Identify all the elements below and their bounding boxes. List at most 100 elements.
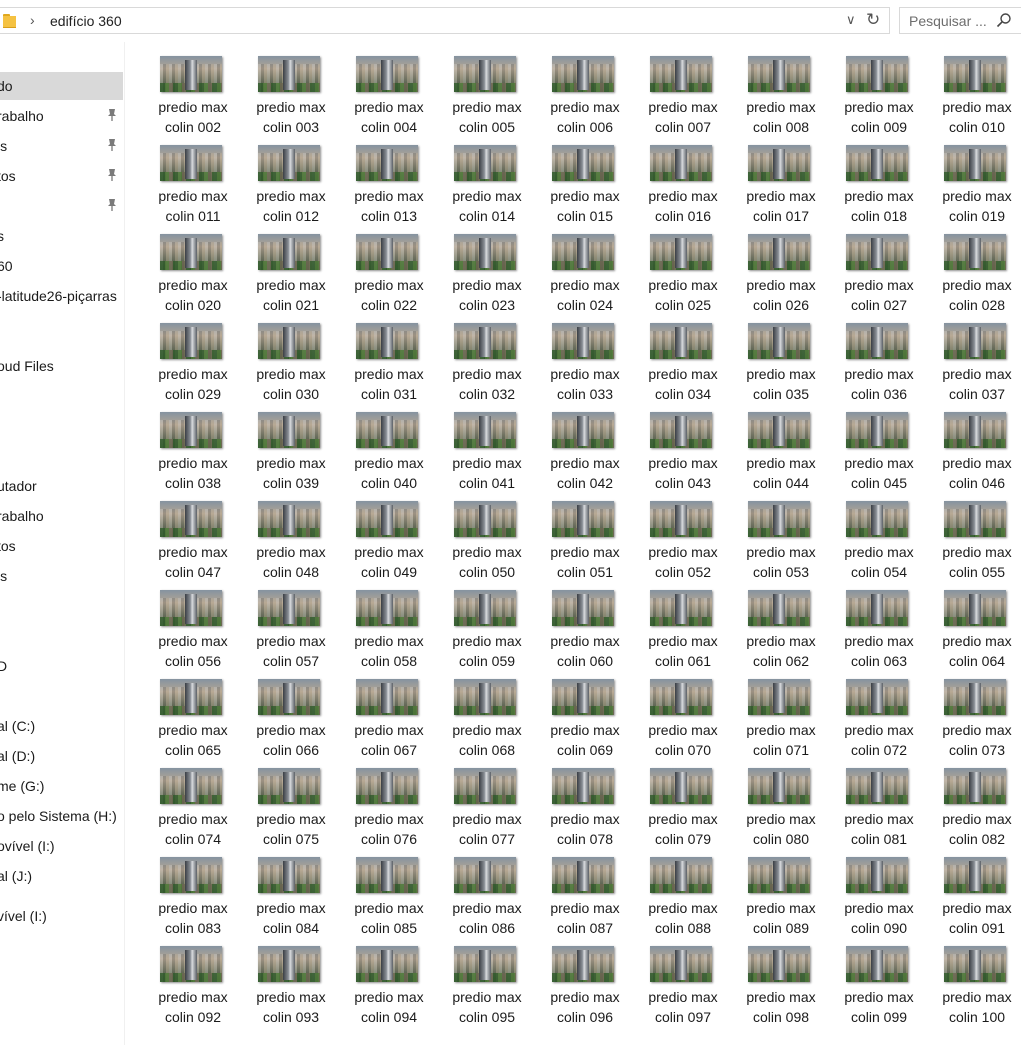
image-thumbnail[interactable] xyxy=(160,412,222,448)
nav-item[interactable]: utador xyxy=(0,472,123,500)
image-thumbnail[interactable] xyxy=(258,412,320,448)
file-item[interactable]: predio max colin 072 xyxy=(830,675,928,764)
image-thumbnail[interactable] xyxy=(258,946,320,982)
file-item[interactable]: predio max colin 029 xyxy=(144,319,242,408)
file-item[interactable]: predio max colin 068 xyxy=(438,675,536,764)
file-item[interactable]: predio max colin 066 xyxy=(242,675,340,764)
image-thumbnail[interactable] xyxy=(356,679,418,715)
file-item[interactable]: predio max colin 024 xyxy=(536,230,634,319)
file-item[interactable]: predio max colin 092 xyxy=(144,942,242,1031)
image-thumbnail[interactable] xyxy=(552,857,614,893)
image-thumbnail[interactable] xyxy=(748,590,810,626)
file-item[interactable]: predio max colin 087 xyxy=(536,853,634,942)
file-item[interactable]: predio max colin 051 xyxy=(536,497,634,586)
image-thumbnail[interactable] xyxy=(454,145,516,181)
file-item[interactable]: predio max colin 010 xyxy=(928,52,1021,141)
pin-icon[interactable] xyxy=(106,138,118,152)
nav-item[interactable]: al (C:) xyxy=(0,712,123,740)
image-thumbnail[interactable] xyxy=(258,679,320,715)
image-thumbnail[interactable] xyxy=(552,145,614,181)
file-item[interactable]: predio max colin 023 xyxy=(438,230,536,319)
image-thumbnail[interactable] xyxy=(454,857,516,893)
file-item[interactable]: predio max colin 014 xyxy=(438,141,536,230)
file-item[interactable]: predio max colin 004 xyxy=(340,52,438,141)
file-item[interactable]: predio max colin 042 xyxy=(536,408,634,497)
image-thumbnail[interactable] xyxy=(160,501,222,537)
file-item[interactable]: predio max colin 030 xyxy=(242,319,340,408)
file-item[interactable]: predio max colin 002 xyxy=(144,52,242,141)
image-thumbnail[interactable] xyxy=(846,412,908,448)
nav-item[interactable] xyxy=(0,192,123,220)
image-thumbnail[interactable] xyxy=(454,768,516,804)
image-thumbnail[interactable] xyxy=(258,501,320,537)
image-thumbnail[interactable] xyxy=(552,234,614,270)
file-item[interactable]: predio max colin 090 xyxy=(830,853,928,942)
file-item[interactable]: predio max colin 045 xyxy=(830,408,928,497)
file-item[interactable]: predio max colin 040 xyxy=(340,408,438,497)
file-item[interactable]: predio max colin 056 xyxy=(144,586,242,675)
file-item[interactable]: predio max colin 078 xyxy=(536,764,634,853)
file-item[interactable]: predio max colin 005 xyxy=(438,52,536,141)
image-thumbnail[interactable] xyxy=(748,145,810,181)
file-item[interactable]: predio max colin 049 xyxy=(340,497,438,586)
image-thumbnail[interactable] xyxy=(356,323,418,359)
file-item[interactable]: predio max colin 088 xyxy=(634,853,732,942)
nav-item[interactable]: tos xyxy=(0,532,123,560)
file-item[interactable]: predio max colin 096 xyxy=(536,942,634,1031)
file-item[interactable]: predio max colin 035 xyxy=(732,319,830,408)
image-thumbnail[interactable] xyxy=(846,323,908,359)
image-thumbnail[interactable] xyxy=(454,323,516,359)
file-item[interactable]: predio max colin 041 xyxy=(438,408,536,497)
image-thumbnail[interactable] xyxy=(944,768,1006,804)
image-thumbnail[interactable] xyxy=(258,590,320,626)
image-thumbnail[interactable] xyxy=(944,234,1006,270)
image-thumbnail[interactable] xyxy=(356,768,418,804)
image-thumbnail[interactable] xyxy=(748,679,810,715)
image-thumbnail[interactable] xyxy=(160,145,222,181)
image-thumbnail[interactable] xyxy=(552,323,614,359)
pin-icon[interactable] xyxy=(106,198,118,212)
image-thumbnail[interactable] xyxy=(160,768,222,804)
image-thumbnail[interactable] xyxy=(944,679,1006,715)
file-item[interactable]: predio max colin 039 xyxy=(242,408,340,497)
image-thumbnail[interactable] xyxy=(552,56,614,92)
image-thumbnail[interactable] xyxy=(650,679,712,715)
image-thumbnail[interactable] xyxy=(846,590,908,626)
search-box[interactable]: Pesquisar ... xyxy=(899,7,1021,34)
image-thumbnail[interactable] xyxy=(748,56,810,92)
image-thumbnail[interactable] xyxy=(258,768,320,804)
image-thumbnail[interactable] xyxy=(552,501,614,537)
nav-item[interactable]: ovível (I:) xyxy=(0,832,123,860)
nav-item[interactable]: -latitude26-piçarras xyxy=(0,282,123,310)
file-item[interactable]: predio max colin 061 xyxy=(634,586,732,675)
image-thumbnail[interactable] xyxy=(650,412,712,448)
nav-item[interactable]: rabalho xyxy=(0,102,123,130)
file-item[interactable]: predio max colin 046 xyxy=(928,408,1021,497)
file-item[interactable]: predio max colin 034 xyxy=(634,319,732,408)
file-item[interactable]: predio max colin 053 xyxy=(732,497,830,586)
file-item[interactable]: predio max colin 038 xyxy=(144,408,242,497)
image-thumbnail[interactable] xyxy=(454,501,516,537)
file-item[interactable]: predio max colin 017 xyxy=(732,141,830,230)
file-item[interactable]: predio max colin 080 xyxy=(732,764,830,853)
file-item[interactable]: predio max colin 032 xyxy=(438,319,536,408)
file-item[interactable]: predio max colin 063 xyxy=(830,586,928,675)
file-item[interactable]: predio max colin 071 xyxy=(732,675,830,764)
file-item[interactable]: predio max colin 060 xyxy=(536,586,634,675)
image-thumbnail[interactable] xyxy=(454,946,516,982)
image-thumbnail[interactable] xyxy=(356,501,418,537)
image-thumbnail[interactable] xyxy=(160,946,222,982)
file-item[interactable]: predio max colin 075 xyxy=(242,764,340,853)
chevron-right-icon[interactable]: › xyxy=(30,12,35,28)
image-thumbnail[interactable] xyxy=(160,56,222,92)
nav-item[interactable]: me (G:) xyxy=(0,772,123,800)
file-item[interactable]: predio max colin 021 xyxy=(242,230,340,319)
file-item[interactable]: predio max colin 031 xyxy=(340,319,438,408)
image-thumbnail[interactable] xyxy=(356,946,418,982)
image-thumbnail[interactable] xyxy=(160,323,222,359)
nav-item[interactable]: o pelo Sistema (H:) xyxy=(0,802,123,830)
search-input[interactable]: Pesquisar ... xyxy=(909,13,987,29)
image-thumbnail[interactable] xyxy=(846,679,908,715)
image-thumbnail[interactable] xyxy=(944,56,1006,92)
image-thumbnail[interactable] xyxy=(748,234,810,270)
